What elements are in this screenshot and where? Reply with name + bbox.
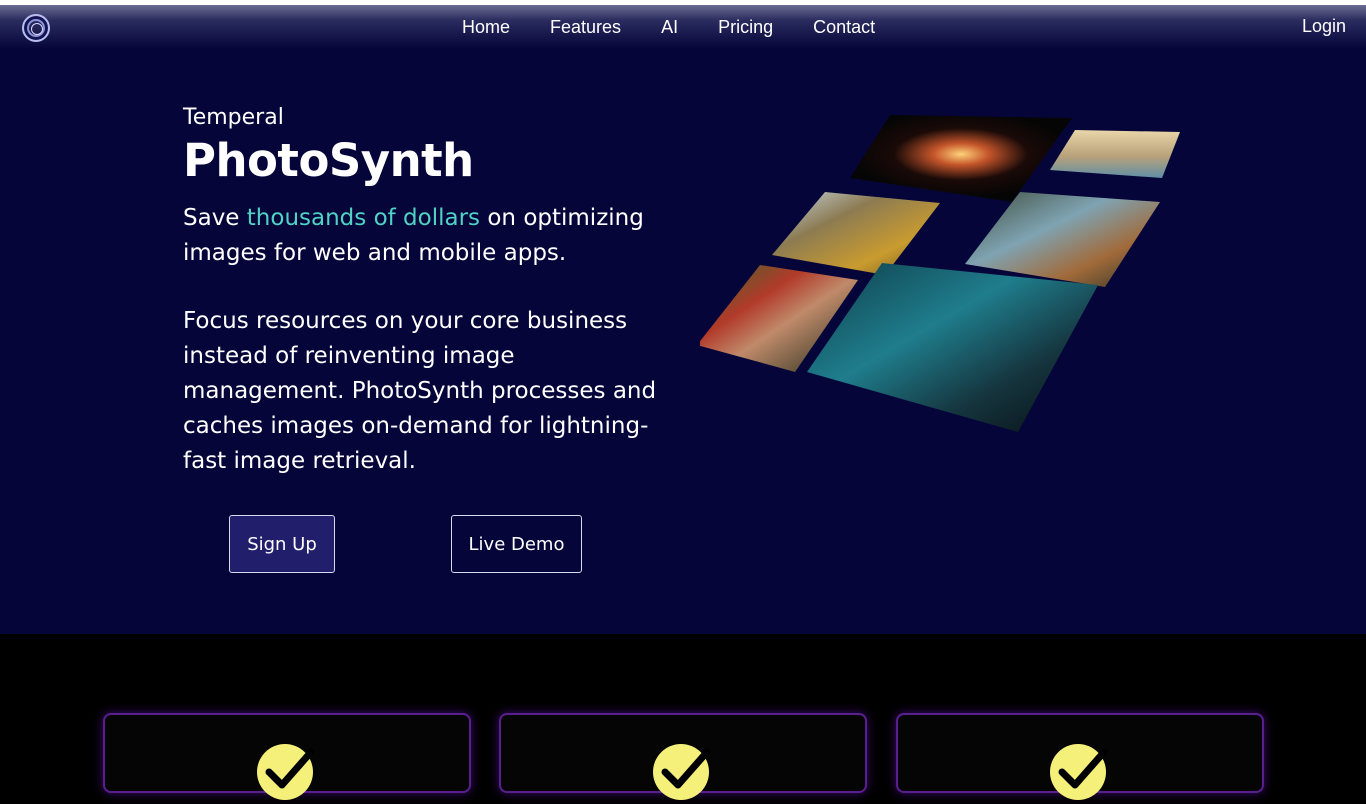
- nav-pricing-link[interactable]: Pricing: [718, 17, 773, 38]
- check-badge-icon: [257, 744, 315, 800]
- nav-features-link[interactable]: Features: [550, 17, 621, 38]
- nav-home-link[interactable]: Home: [462, 17, 510, 38]
- photo-mosaic: [700, 115, 1180, 432]
- feature-card: [499, 713, 867, 800]
- hero-description: Focus resources on your core business in…: [183, 308, 657, 474]
- tagline-highlight: thousands of dollars: [246, 205, 481, 231]
- login-link[interactable]: Login: [1302, 16, 1346, 37]
- nav-contact-link[interactable]: Contact: [813, 17, 875, 38]
- tagline-prefix: Save: [183, 205, 247, 231]
- nav-links: Home Features AI Pricing Contact: [462, 5, 875, 49]
- feature-card: [103, 713, 471, 800]
- nav-ai-link[interactable]: AI: [661, 17, 678, 38]
- coastal-town-photo: [1050, 130, 1180, 178]
- navbar: Home Features AI Pricing Contact Login: [0, 5, 1366, 49]
- logo-icon[interactable]: [22, 14, 50, 42]
- deer-forest-photo: [965, 192, 1160, 287]
- mountain-valley-photo: [772, 192, 940, 275]
- check-badge-icon: [1050, 744, 1108, 800]
- hero-section: Home Features AI Pricing Contact Login T…: [0, 0, 1366, 634]
- hero-tagline: Save thousands of dollars on optimizing …: [183, 201, 683, 271]
- feature-card: [896, 713, 1264, 800]
- check-badge-icon: [653, 744, 711, 800]
- signup-button[interactable]: Sign Up: [229, 515, 335, 573]
- hero-title: PhotoSynth: [183, 134, 474, 187]
- features-section: [0, 634, 1366, 800]
- live-demo-button[interactable]: Live Demo: [451, 515, 582, 573]
- brand-eyebrow: Temperal: [183, 105, 284, 130]
- fireworks-photo: [850, 115, 1072, 202]
